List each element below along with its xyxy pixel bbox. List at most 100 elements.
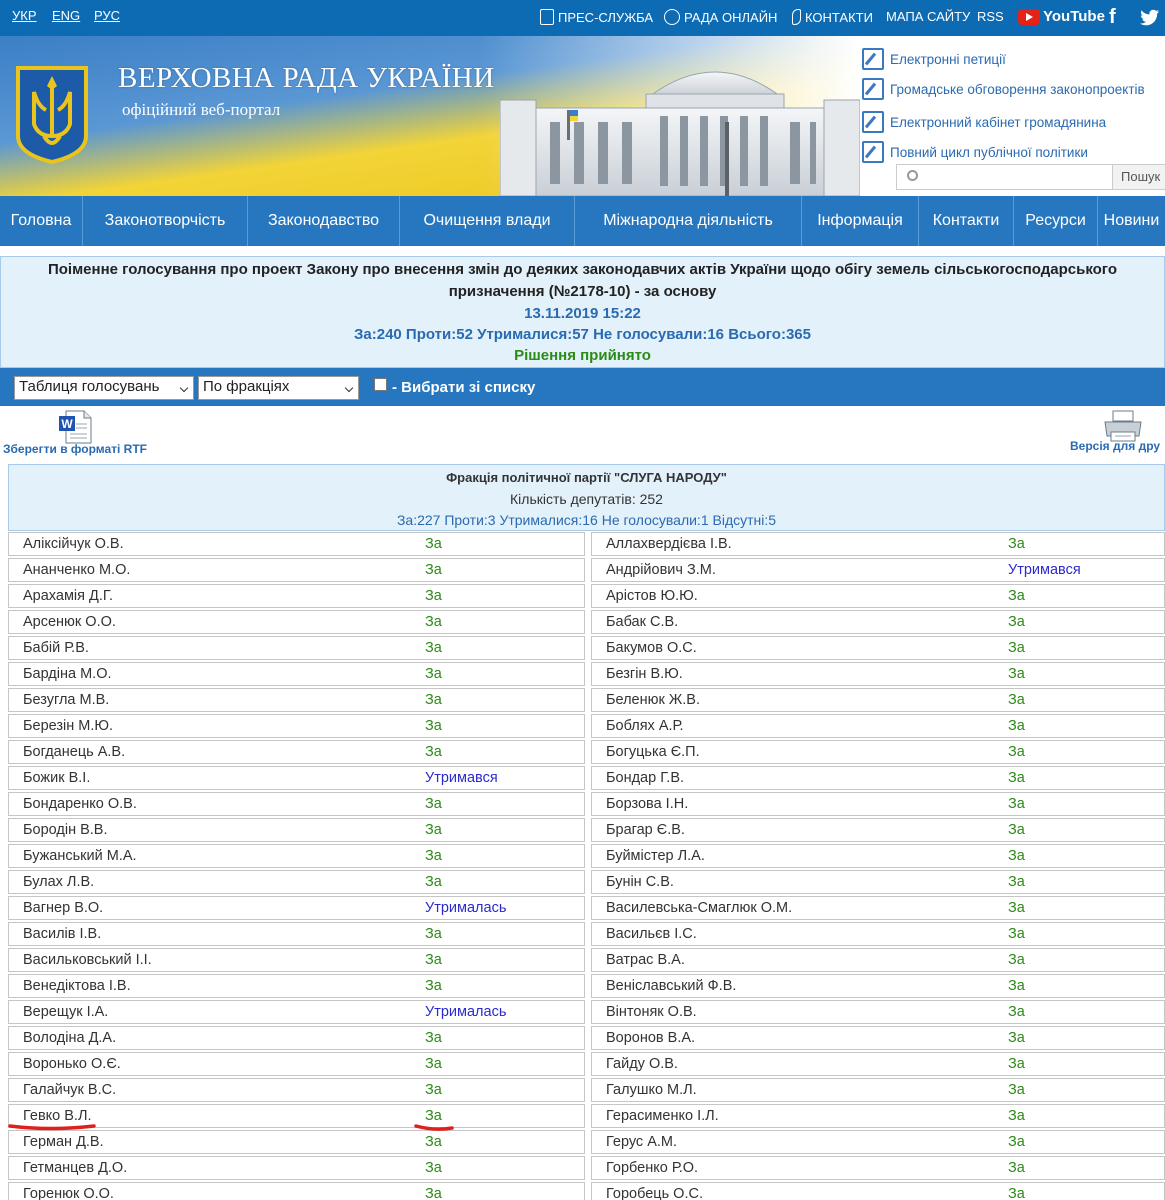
table-select[interactable]: Таблиця голосувань	[14, 376, 194, 400]
deputy-row: Васильєв І.С. За	[591, 922, 1165, 946]
save-rtf-link[interactable]: Зберегти в форматі RTF	[3, 442, 147, 456]
e-petitions-link[interactable]: Електронні петиції	[862, 44, 1165, 74]
deputy-name: Бабак С.В.	[606, 614, 679, 630]
deputy-row: Горобець О.С. За	[591, 1182, 1165, 1200]
deputy-row: Буймістер Л.А. За	[591, 844, 1165, 868]
deputy-vote: За	[425, 1134, 442, 1150]
nav-international[interactable]: Міжнародна діяльність	[575, 196, 802, 246]
youtube-icon	[1018, 8, 1040, 25]
deputy-name: Вагнер В.О.	[23, 900, 104, 916]
site-banner: ВЕРХОВНА РАДА УКРАЇНИ офіційний веб-порт…	[0, 36, 1165, 196]
deputy-name: Ватрас В.А.	[606, 952, 685, 968]
deputy-row: Богданець А.В. За	[8, 740, 585, 764]
deputy-row: Венедіктова І.В. За	[8, 974, 585, 998]
deputy-name: Бондаренко О.В.	[23, 796, 137, 812]
nav-lustration[interactable]: Очищення влади	[400, 196, 575, 246]
faction-count: Кількість депутатів: 252	[510, 491, 663, 507]
deputy-name: Веніславський Ф.В.	[606, 978, 737, 994]
deputy-vote: За	[425, 1108, 442, 1124]
deputy-vote: За	[1008, 1186, 1025, 1200]
press-service-link[interactable]: ПРЕС-СЛУЖБА	[540, 9, 653, 25]
nav-lawmaking[interactable]: Законотворчість	[83, 196, 248, 246]
deputy-vote: За	[1008, 614, 1025, 630]
deputy-row: Гевко В.Л. За	[8, 1104, 585, 1128]
deputy-row: Веніславський Ф.В. За	[591, 974, 1165, 998]
deputy-row: Галушко М.Л. За	[591, 1078, 1165, 1102]
deputy-vote: Утрималась	[425, 1004, 507, 1020]
rss-link[interactable]: RSS	[977, 9, 1004, 24]
deputy-name: Гевко В.Л.	[23, 1108, 92, 1124]
group-select[interactable]: По фракціях	[198, 376, 359, 400]
nav-information[interactable]: Інформація	[802, 196, 919, 246]
deputy-name: Бондар Г.В.	[606, 770, 685, 786]
deputy-row: Беленюк Ж.В. За	[591, 688, 1165, 712]
public-discussion-link[interactable]: Громадське обговорення законопроектів	[862, 74, 1165, 104]
deputy-name: Бардіна М.О.	[23, 666, 112, 682]
deputy-row: Бужанський М.А. За	[8, 844, 585, 868]
deputy-name: Василів І.В.	[23, 926, 102, 942]
search-icon	[907, 170, 918, 181]
deputy-row: Богуцька Є.П. За	[591, 740, 1165, 764]
deputy-name: Горбенко Р.О.	[606, 1160, 699, 1176]
lang-ukr-link[interactable]: УКР	[12, 8, 37, 23]
deputy-vote: Утрималась	[425, 900, 507, 916]
nav-home[interactable]: Головна	[0, 196, 83, 246]
deputy-row: Бунін С.В. За	[591, 870, 1165, 894]
deputy-row: Василів І.В. За	[8, 922, 585, 946]
deputy-name: Воронько О.Є.	[23, 1056, 121, 1072]
sitemap-link[interactable]: МАПА САЙТУ	[886, 9, 970, 24]
deputy-vote: За	[1008, 848, 1025, 864]
deputy-name: Володіна Д.А.	[23, 1030, 117, 1046]
deputy-name: Верещук І.А.	[23, 1004, 109, 1020]
deputy-vote: За	[425, 744, 442, 760]
deputy-name: Бабій Р.В.	[23, 640, 89, 656]
deputy-row: Бондар Г.В. За	[591, 766, 1165, 790]
deputy-name: Гетманцев Д.О.	[23, 1160, 128, 1176]
youtube-link[interactable]: YouTube	[1018, 8, 1105, 25]
nav-resources[interactable]: Ресурси	[1014, 196, 1098, 246]
search-input[interactable]	[925, 167, 1111, 187]
deputy-vote: За	[425, 822, 442, 838]
top-bar: УКР ENG РУС ПРЕС-СЛУЖБА РАДА ОНЛАЙН КОНТ…	[0, 0, 1165, 36]
deputy-row: Вагнер В.О. Утрималась	[8, 896, 585, 920]
deputy-row: Андрійович З.М. Утримався	[591, 558, 1165, 582]
nav-news[interactable]: Новини	[1098, 196, 1165, 246]
deputy-vote: За	[425, 874, 442, 890]
vote-datetime: 13.11.2019 15:22	[524, 305, 641, 322]
deputy-vote: За	[1008, 718, 1025, 734]
deputy-name: Бужанський М.А.	[23, 848, 137, 864]
vote-result: Рішення прийнято	[514, 347, 651, 364]
vote-header: Поіменне голосування про проект Закону п…	[0, 256, 1165, 368]
search-button[interactable]: Пошук	[1112, 164, 1165, 190]
citizen-cabinet-link[interactable]: Електронний кабінет громадянина	[862, 107, 1165, 137]
printer-icon[interactable]	[1103, 410, 1143, 442]
deputy-vote: За	[425, 848, 442, 864]
deputy-row: Боблях А.Р. За	[591, 714, 1165, 738]
lang-rus-link[interactable]: РУС	[94, 8, 120, 23]
edit-icon	[862, 111, 884, 133]
deputy-vote: За	[425, 978, 442, 994]
trident-emblem-icon[interactable]	[14, 66, 90, 164]
policy-cycle-link[interactable]: Повний цикл публічної політики	[862, 137, 1165, 167]
deputy-name: Борзова І.Н.	[606, 796, 689, 812]
facebook-icon[interactable]: f	[1109, 6, 1116, 29]
deputy-vote: За	[1008, 796, 1025, 812]
contacts-link[interactable]: КОНТАКТИ	[792, 9, 873, 25]
site-title[interactable]: ВЕРХОВНА РАДА УКРАЇНИ	[118, 62, 495, 95]
deputy-vote: За	[1008, 874, 1025, 890]
deputy-vote: За	[1008, 1056, 1025, 1072]
print-version-link[interactable]: Версія для дру	[1070, 439, 1160, 453]
deputy-vote: За	[1008, 1030, 1025, 1046]
deputy-name: Воронов В.А.	[606, 1030, 696, 1046]
twitter-icon[interactable]	[1140, 9, 1160, 27]
word-document-icon[interactable]: W	[58, 410, 92, 444]
deputy-row: Воронько О.Є. За	[8, 1052, 585, 1076]
deputy-vote: За	[1008, 978, 1025, 994]
nav-legislation[interactable]: Законодавство	[248, 196, 400, 246]
rada-online-link[interactable]: РАДА ОНЛАЙН	[664, 9, 777, 25]
deputy-name: Андрійович З.М.	[606, 562, 716, 578]
deputy-row: Вінтоняк О.В. За	[591, 1000, 1165, 1024]
nav-contacts[interactable]: Контакти	[919, 196, 1014, 246]
pick-from-list-checkbox[interactable]	[374, 378, 387, 391]
lang-eng-link[interactable]: ENG	[52, 8, 80, 23]
